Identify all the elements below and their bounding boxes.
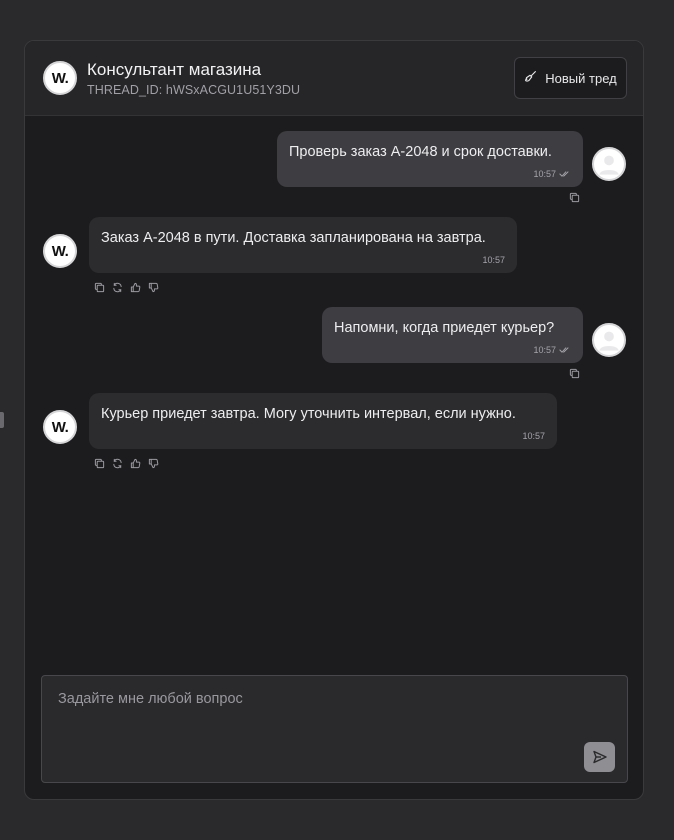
logo-text: W. xyxy=(51,242,69,260)
bot-message-actions xyxy=(93,457,159,469)
chat-title: Консультант магазина xyxy=(87,60,262,79)
assistant-logo: W. xyxy=(43,61,77,95)
message-input[interactable] xyxy=(42,676,627,782)
refresh-icon[interactable] xyxy=(111,457,123,469)
thumbs-down-icon[interactable] xyxy=(147,457,159,469)
message-text: Проверь заказ A-2048 и срок доставки. xyxy=(289,144,552,160)
user-avatar-icon xyxy=(599,331,619,351)
copy-icon[interactable] xyxy=(568,191,580,203)
message-text: Курьер приедет завтра. Могу уточнить инт… xyxy=(101,406,516,422)
chat-window: W. Консультант магазина THREAD_ID: hWSxA… xyxy=(24,40,644,800)
new-thread-label: Новый тред xyxy=(545,70,617,86)
message-text: Заказ A-2048 в пути. Доставка запланиров… xyxy=(101,230,486,246)
copy-icon[interactable] xyxy=(93,281,105,293)
chat-header: W. Консультант магазина THREAD_ID: hWSxA… xyxy=(25,41,643,116)
user-avatar-icon xyxy=(599,155,619,175)
double-check-icon xyxy=(559,171,569,177)
thumbs-up-icon[interactable] xyxy=(129,281,141,293)
message-time: 10:57 xyxy=(533,345,556,355)
message-time: 10:57 xyxy=(522,431,545,441)
message-meta: 10:57 xyxy=(533,169,571,179)
logo-text: W. xyxy=(51,69,69,87)
message-time: 10:57 xyxy=(482,255,505,265)
user-avatar xyxy=(592,323,626,357)
message-bubble-bot: Курьер приедет завтра. Могу уточнить инт… xyxy=(89,393,557,449)
double-check-icon xyxy=(559,347,569,353)
message-bubble-user: Проверь заказ A-2048 и срок доставки. 10… xyxy=(277,131,583,187)
user-avatar xyxy=(592,147,626,181)
broom-icon xyxy=(524,70,537,86)
thread-id: THREAD_ID: hWSxACGU1U51Y3DU xyxy=(87,83,301,97)
message-text: Напомни, когда приедет курьер? xyxy=(334,320,555,336)
message-meta: 10:57 xyxy=(522,431,545,441)
user-message-actions xyxy=(568,191,580,203)
send-icon xyxy=(592,750,607,764)
side-drawer-handle[interactable] xyxy=(0,412,4,428)
message-bubble-user: Напомни, когда приедет курьер? 10:57 xyxy=(322,307,583,363)
thumbs-up-icon[interactable] xyxy=(129,457,141,469)
logo-text: W. xyxy=(51,418,69,436)
send-button[interactable] xyxy=(584,742,615,772)
message-meta: 10:57 xyxy=(533,345,571,355)
copy-icon[interactable] xyxy=(568,367,580,379)
assistant-avatar: W. xyxy=(43,410,77,444)
message-meta: 10:57 xyxy=(482,255,505,265)
copy-icon[interactable] xyxy=(93,457,105,469)
new-thread-button[interactable]: Новый тред xyxy=(514,57,627,99)
message-time: 10:57 xyxy=(533,169,556,179)
message-composer xyxy=(41,675,628,783)
bot-message-actions xyxy=(93,281,159,293)
refresh-icon[interactable] xyxy=(111,281,123,293)
user-message-actions xyxy=(568,367,580,379)
message-bubble-bot: Заказ A-2048 в пути. Доставка запланиров… xyxy=(89,217,517,273)
assistant-avatar: W. xyxy=(43,234,77,268)
thumbs-down-icon[interactable] xyxy=(147,281,159,293)
